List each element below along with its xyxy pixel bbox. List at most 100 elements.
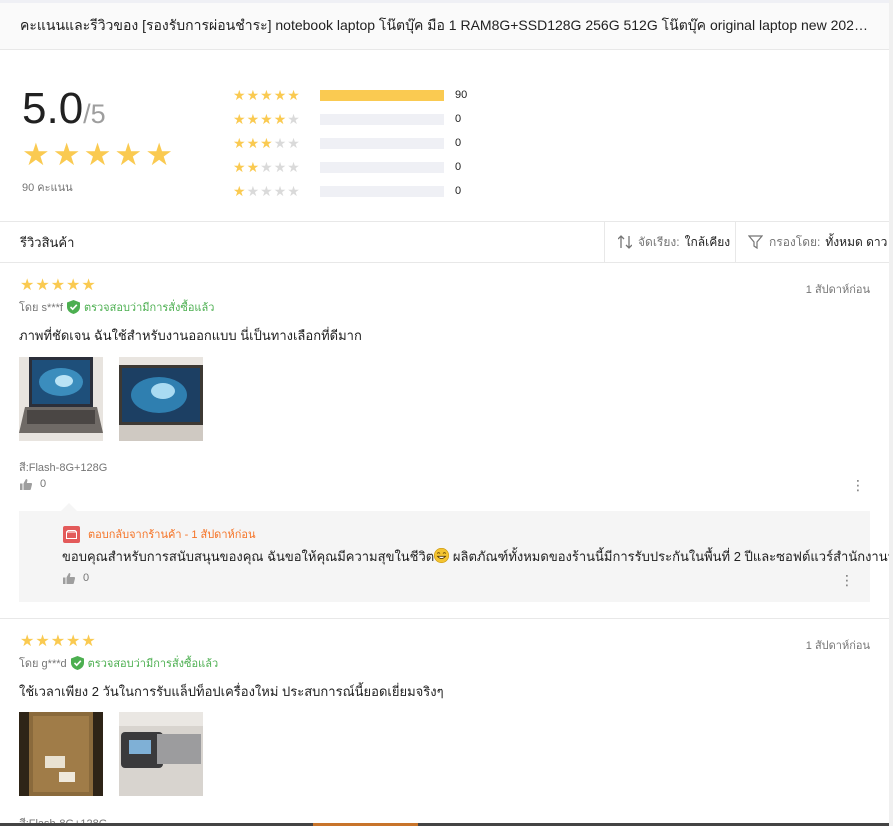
reviews-section-title: รีวิวสินค้า: [20, 234, 75, 250]
average-rating-value: 5.0: [22, 84, 84, 133]
like-count: 0: [40, 478, 47, 490]
review-filter-bar: รีวิวสินค้า จัดเรียง: ใกล้เคียง กรองโดย: ท…: [0, 222, 889, 263]
review-image-2[interactable]: [119, 357, 203, 441]
star-icon: ★: [273, 111, 287, 127]
star-icon: ★: [35, 633, 50, 650]
star-icon: ★: [260, 183, 273, 199]
laptop-photo: [19, 357, 103, 441]
distribution-bar: [320, 185, 444, 197]
star-icon: ★: [20, 277, 35, 294]
filter-icon: [748, 235, 763, 249]
star-icon: ★: [20, 633, 35, 650]
review-stars: ★ ★ ★ ★ ★: [20, 278, 96, 294]
more-options-button[interactable]: ⋮: [851, 478, 865, 492]
star-icon: ★: [287, 87, 300, 103]
star-icon: ★: [52, 137, 81, 172]
review-image-1[interactable]: [19, 357, 103, 441]
rating-summary: 5.0/5 ★ ★ ★ ★ ★ 90 คะแนน ★ ★ ★ ★ ★ 90 ★ ★ ★ ★ ★ 0 ★ ★ ★ ★ ★ 0…: [0, 50, 889, 222]
reply-notch: [61, 503, 77, 511]
star-icon: ★: [287, 159, 300, 175]
reply-text: ขอบคุณสำหรับการสนับสนุนของคุณ ฉันขอให้คุ…: [62, 546, 889, 567]
rating-distribution: ★ ★ ★ ★ ★ 90 ★ ★ ★ ★ ★ 0 ★ ★ ★ ★ ★ 0 ★ ★ ★ ★ ★ 0 ★ ★ ★ ★ ★ 0: [233, 83, 467, 203]
distribution-row-2-star: ★ ★ ★ ★ ★ 0: [233, 155, 467, 179]
star-icon: ★: [287, 135, 300, 151]
star-icon: ★: [260, 159, 273, 175]
review-author: โดย g***d ตรวจสอบว่ามีการสั่งซื้อแล้ว: [19, 654, 218, 672]
reply-text-start: ขอบคุณสำหรับการสนับสนุนของคุณ ฉันขอให้คุ…: [62, 549, 435, 564]
filter-dropdown[interactable]: กรองโดย: ทั้งหมด ดาว: [735, 222, 887, 262]
star-icon: ★: [233, 111, 246, 127]
package-photo: [19, 712, 103, 796]
laptop-photo: [119, 357, 203, 441]
seller-reply: ตอบกลับจากร้านค้า - 1 สัปดาห์ก่อน ขอบคุณ…: [19, 503, 889, 602]
star-icon: ★: [246, 111, 260, 127]
sort-dropdown[interactable]: จัดเรียง: ใกล้เคียง: [604, 222, 735, 262]
star-icon: ★: [246, 159, 260, 175]
distribution-bar-fill: [320, 89, 444, 101]
reply-like-button[interactable]: 0: [63, 572, 89, 584]
star-icon: ★: [50, 277, 66, 294]
star-icon: ★: [273, 183, 287, 199]
review-sku: สี:Flash-8G+128G: [19, 462, 108, 474]
review-text: ใช้เวลาเพียง 2 วันในการรับแล็ปท็อปเครื่อ…: [19, 684, 444, 699]
star-icon: ★: [83, 137, 112, 172]
star-icon: ★: [246, 183, 260, 199]
review-item: ★ ★ ★ ★ ★ 1 สัปดาห์ก่อน โดย g***d ตรวจสอบว่า…: [0, 619, 889, 826]
distribution-count: 0: [455, 161, 462, 173]
sort-value: ใกล้เคียง: [684, 234, 731, 249]
star-icon: ★: [81, 633, 96, 650]
star-icon: ★: [81, 277, 96, 294]
distribution-count: 0: [455, 185, 462, 197]
reviews-panel: คะแนนและรีวิวของ [รองรับการผ่อนชำระ] not…: [0, 0, 889, 826]
filter-value: ทั้งหมด ดาว: [825, 234, 888, 249]
laptop-photo: [119, 712, 203, 796]
verified-badge: ตรวจสอบว่ามีการสั่งซื้อแล้ว: [70, 654, 218, 672]
review-time: 1 สัปดาห์ก่อน: [805, 640, 870, 652]
review-author-name: โดย s***f: [19, 302, 63, 314]
reply-more-options-button[interactable]: ⋮: [840, 573, 854, 587]
review-author-name: โดย g***d: [19, 658, 67, 670]
distribution-count: 0: [455, 113, 462, 125]
scrollbar[interactable]: [889, 0, 893, 826]
star-icon: ★: [260, 111, 273, 127]
star-icon: ★: [233, 135, 246, 151]
thumbs-up-icon: [63, 572, 75, 584]
star-icon: ★: [145, 137, 173, 172]
review-stars: ★ ★ ★ ★ ★: [20, 634, 96, 650]
review-item: ★ ★ ★ ★ ★ 1 สัปดาห์ก่อน โดย s***f ตรวจสอบว่า…: [0, 263, 889, 619]
distribution-bar: [320, 113, 444, 125]
page-title-bar: คะแนนและรีวิวของ [รองรับการผ่อนชำระ] not…: [0, 0, 889, 50]
review-image-2[interactable]: [119, 712, 203, 796]
distribution-count: 0: [455, 137, 462, 149]
average-stars: ★ ★ ★ ★ ★: [22, 139, 173, 170]
distribution-row-4-star: ★ ★ ★ ★ ★ 0: [233, 107, 467, 131]
average-rating: 5.0/5: [22, 84, 106, 134]
star-icon: ★: [233, 183, 246, 199]
star-icon: ★: [233, 87, 246, 103]
distribution-bar: [320, 89, 444, 101]
distribution-row-3-star: ★ ★ ★ ★ ★ 0: [233, 131, 467, 155]
star-icon: ★: [22, 137, 50, 172]
star-icon: ★: [66, 633, 81, 650]
review-image-1[interactable]: [19, 712, 103, 796]
like-button[interactable]: 0: [20, 478, 46, 490]
review-time: 1 สัปดาห์ก่อน: [805, 284, 870, 296]
page-title: คะแนนและรีวิวของ [รองรับการผ่อนชำระ] not…: [20, 17, 869, 33]
distribution-bar: [320, 137, 444, 149]
distribution-stars: ★ ★ ★ ★ ★: [233, 136, 320, 150]
shield-check-icon: [66, 300, 80, 314]
distribution-row-1-star: ★ ★ ★ ★ ★ 0: [233, 179, 467, 203]
star-icon: ★: [273, 159, 287, 175]
distribution-stars: ★ ★ ★ ★ ★: [233, 112, 320, 126]
distribution-row-5-star: ★ ★ ★ ★ ★ 90: [233, 83, 467, 107]
distribution-count: 90: [455, 89, 468, 101]
rating-count: 90 คะแนน: [22, 182, 73, 194]
review-text: ภาพที่ชัดเจน ฉันใช้สำหรับงานออกแบบ นี่เป…: [19, 328, 362, 343]
reply-text-end: ผลิตภัณฑ์ทั้งหมดของร้านนี้มีการรับประกัน…: [449, 549, 889, 564]
shop-icon: [63, 525, 80, 543]
star-icon: ★: [273, 135, 287, 151]
review-author: โดย s***f ตรวจสอบว่ามีการสั่งซื้อแล้ว: [19, 298, 214, 316]
reply-header-text: ตอบกลับจากร้านค้า - 1 สัปดาห์ก่อน: [88, 529, 256, 541]
star-icon: ★: [260, 87, 273, 103]
smile-emoji-icon: [434, 548, 450, 563]
